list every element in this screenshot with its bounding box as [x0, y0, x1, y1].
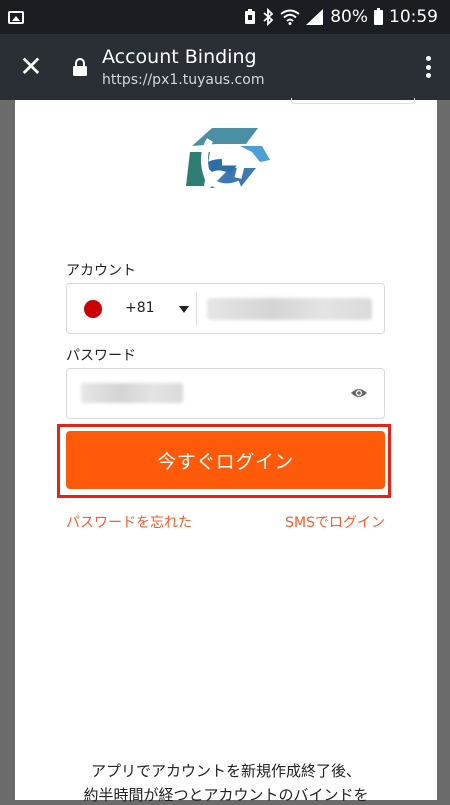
- eye-icon[interactable]: [350, 386, 368, 400]
- divider: [196, 292, 197, 326]
- menu-dot: [425, 64, 431, 70]
- phone-input-group: +81: [66, 283, 385, 334]
- page-url: https://px1.tuyaus.com: [102, 72, 265, 88]
- save-battery-icon: [245, 9, 256, 24]
- lock-icon: [73, 58, 87, 76]
- close-icon: ✕: [19, 50, 43, 83]
- page-title: Account Binding: [102, 46, 257, 68]
- signal-icon: [306, 9, 324, 25]
- notice-line-1: アプリでアカウントを新規作成終了後、: [90, 762, 361, 780]
- password-label: パスワード: [66, 348, 136, 364]
- sms-login-link[interactable]: SMSでログイン: [285, 512, 385, 532]
- account-label: アカウント: [66, 263, 136, 279]
- bluetooth-icon: [263, 8, 274, 26]
- chevron-down-icon[interactable]: [179, 306, 189, 313]
- clock: 10:59: [389, 7, 438, 27]
- password-input-group: [66, 368, 385, 419]
- login-card: アカウント +81 パスワード 今すぐログイン パスワードを忘れた SMSでログ…: [15, 98, 437, 804]
- app-bar: ✕ Account Binding https://px1.tuyaus.com: [0, 34, 450, 100]
- image-notification-icon: [8, 10, 24, 24]
- password-input[interactable]: [81, 383, 183, 403]
- forgot-password-link[interactable]: パスワードを忘れた: [66, 512, 192, 532]
- wifi-icon: [280, 9, 300, 25]
- login-button[interactable]: 今すぐログイン: [66, 431, 385, 489]
- country-code[interactable]: +81: [125, 300, 155, 316]
- region-tab[interactable]: [291, 98, 415, 104]
- menu-dot: [425, 73, 431, 78]
- phone-number-input[interactable]: [207, 298, 372, 320]
- japan-flag-icon[interactable]: [84, 300, 102, 318]
- overflow-menu-button[interactable]: [420, 52, 436, 82]
- battery-icon: [374, 7, 383, 25]
- close-button[interactable]: ✕: [18, 51, 44, 83]
- status-bar: 80% 10:59: [0, 0, 450, 34]
- app-logo-icon: [186, 128, 270, 191]
- notice-line-2: 約半時間が経つとアカウントのバインドを: [83, 786, 369, 804]
- menu-dot: [425, 56, 431, 61]
- battery-percent: 80%: [330, 7, 368, 27]
